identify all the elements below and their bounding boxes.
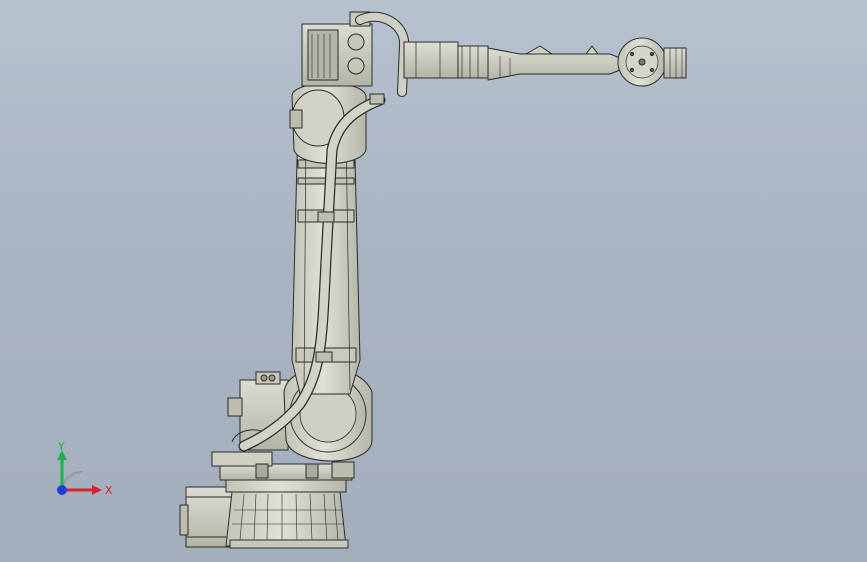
graphics-viewport[interactable]: Y X — [0, 0, 867, 562]
z-axis-dot — [57, 485, 67, 495]
wrist-flange — [617, 37, 687, 87]
forearm — [403, 41, 621, 81]
x-axis-arrow — [62, 485, 102, 495]
robot-arm-model[interactable] — [0, 0, 867, 562]
robot-base — [179, 451, 355, 549]
reference-triad: Y X — [57, 440, 113, 497]
upper-arm-motor-pack — [301, 11, 410, 97]
y-axis-arrow — [57, 450, 67, 490]
y-axis-label: Y — [57, 440, 65, 453]
x-axis-label: X — [105, 484, 113, 497]
